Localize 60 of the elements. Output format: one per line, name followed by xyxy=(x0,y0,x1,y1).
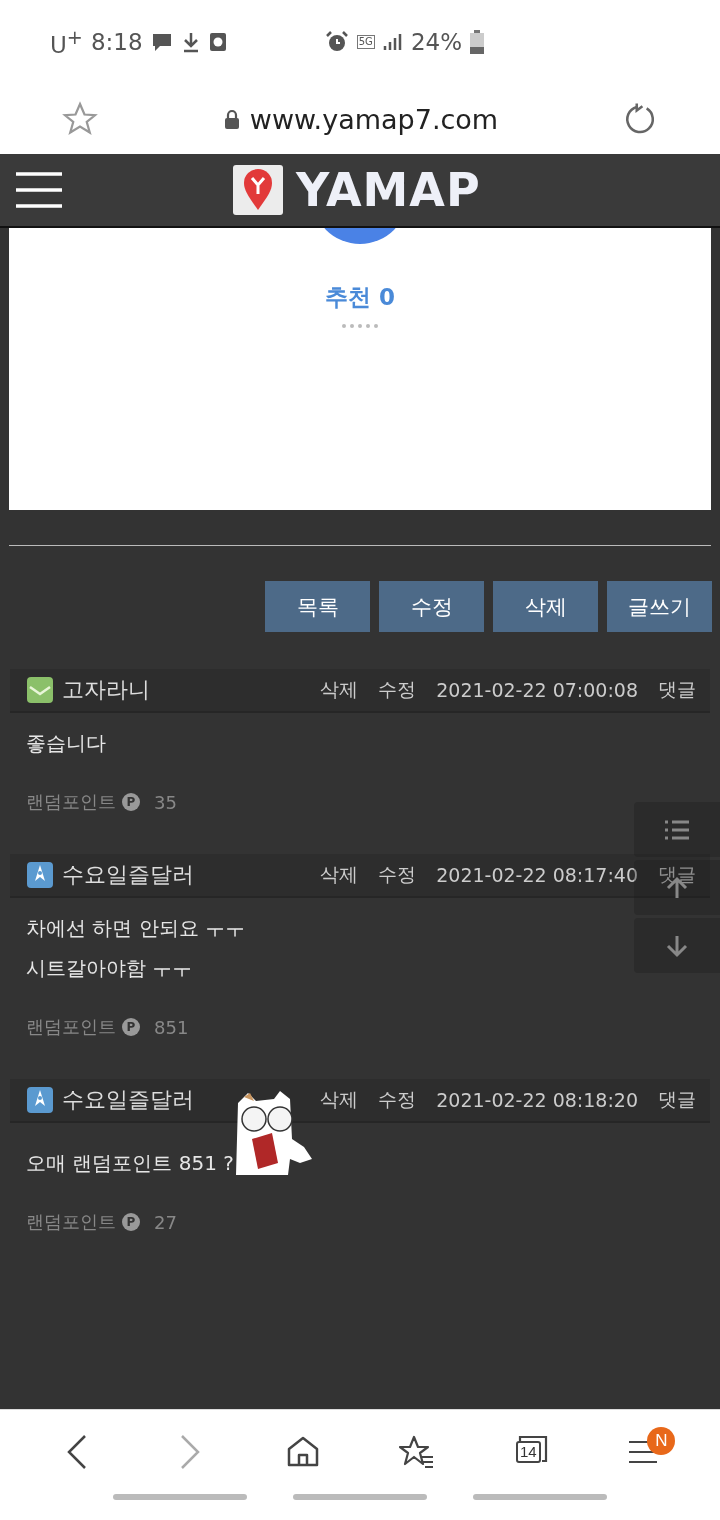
points-value: 851 xyxy=(154,1016,189,1038)
comment-text: 차에선 하면 안되요 ㅜㅜ xyxy=(26,915,246,942)
battery-percent: 24% xyxy=(410,29,462,55)
comment-text: 오매 랜덤포인트 851 ? xyxy=(26,1150,234,1177)
comment-author: 수요일즐달러 xyxy=(62,861,195,889)
comment-date: 2021-02-22 08:18:20 xyxy=(436,1089,638,1111)
points-label: 랜덤포인트 xyxy=(26,1015,116,1039)
rocket-icon xyxy=(26,1086,54,1114)
tabs-button[interactable]: 14 xyxy=(499,1427,560,1477)
network-label: 5G xyxy=(356,35,375,49)
star-list-icon xyxy=(398,1435,435,1469)
comment-author: 수요일즐달러 xyxy=(62,1086,195,1114)
envelope-icon xyxy=(26,676,54,704)
board-button[interactable]: 목록 xyxy=(265,581,370,632)
points-value: 35 xyxy=(154,791,177,813)
chevron-right-icon xyxy=(178,1434,202,1470)
delete-link[interactable]: 삭제 xyxy=(320,677,359,703)
clock-time: 8:18 xyxy=(90,29,143,55)
list-button[interactable] xyxy=(634,802,720,857)
carrier-label: U$^{+}$ xyxy=(50,26,83,58)
delete-link[interactable]: 삭제 xyxy=(320,1087,359,1113)
lock-icon xyxy=(223,109,240,129)
battery-icon xyxy=(470,30,484,54)
menu-icon[interactable] xyxy=(14,170,64,210)
notification-badge: N xyxy=(647,1427,676,1455)
signal-icon xyxy=(382,32,403,52)
comment-date: 2021-02-22 08:17:40 xyxy=(436,864,638,886)
comment-author: 고자라니 xyxy=(62,676,151,704)
comment-text: 시트갈아야함 ㅜㅜ xyxy=(26,955,193,982)
alarm-icon xyxy=(324,30,349,54)
message-icon xyxy=(150,31,173,53)
clock-icon xyxy=(208,32,227,52)
reply-link[interactable]: 댓글 xyxy=(658,862,696,888)
edit-link[interactable]: 수정 xyxy=(378,862,417,888)
logo-icon xyxy=(232,164,284,216)
points-label: 랜덤포인트 xyxy=(26,790,116,814)
rocket-icon xyxy=(26,861,54,889)
comment-date: 2021-02-22 07:00:08 xyxy=(436,679,638,701)
edit-link[interactable]: 수정 xyxy=(378,1087,417,1113)
board-button[interactable]: 글쓰기 xyxy=(607,581,712,632)
reply-link[interactable]: 댓글 xyxy=(658,1087,696,1113)
points-label: 랜덤포인트 xyxy=(26,1210,116,1234)
points-value: 27 xyxy=(154,1211,177,1233)
points-icon: P xyxy=(122,1213,140,1231)
dots-icon xyxy=(342,324,378,328)
recommend-count[interactable]: 추천 0 xyxy=(325,282,395,313)
comment-text: 좋습니다 xyxy=(26,730,106,757)
list-icon xyxy=(664,818,690,841)
url-text[interactable]: www.yamap7.com xyxy=(249,103,499,135)
points-icon: P xyxy=(122,1018,140,1036)
bookmark-star-icon[interactable] xyxy=(62,101,98,137)
points-icon: P xyxy=(122,793,140,811)
board-button[interactable]: 수정 xyxy=(379,581,484,632)
board-button[interactable]: 삭제 xyxy=(493,581,598,632)
reply-link[interactable]: 댓글 xyxy=(658,677,696,703)
site-logo[interactable]: YAMAP xyxy=(296,163,481,217)
arrow-down-icon xyxy=(665,933,689,958)
edit-link[interactable]: 수정 xyxy=(378,677,417,703)
delete-link[interactable]: 삭제 xyxy=(320,862,359,888)
home-icon xyxy=(286,1435,321,1469)
